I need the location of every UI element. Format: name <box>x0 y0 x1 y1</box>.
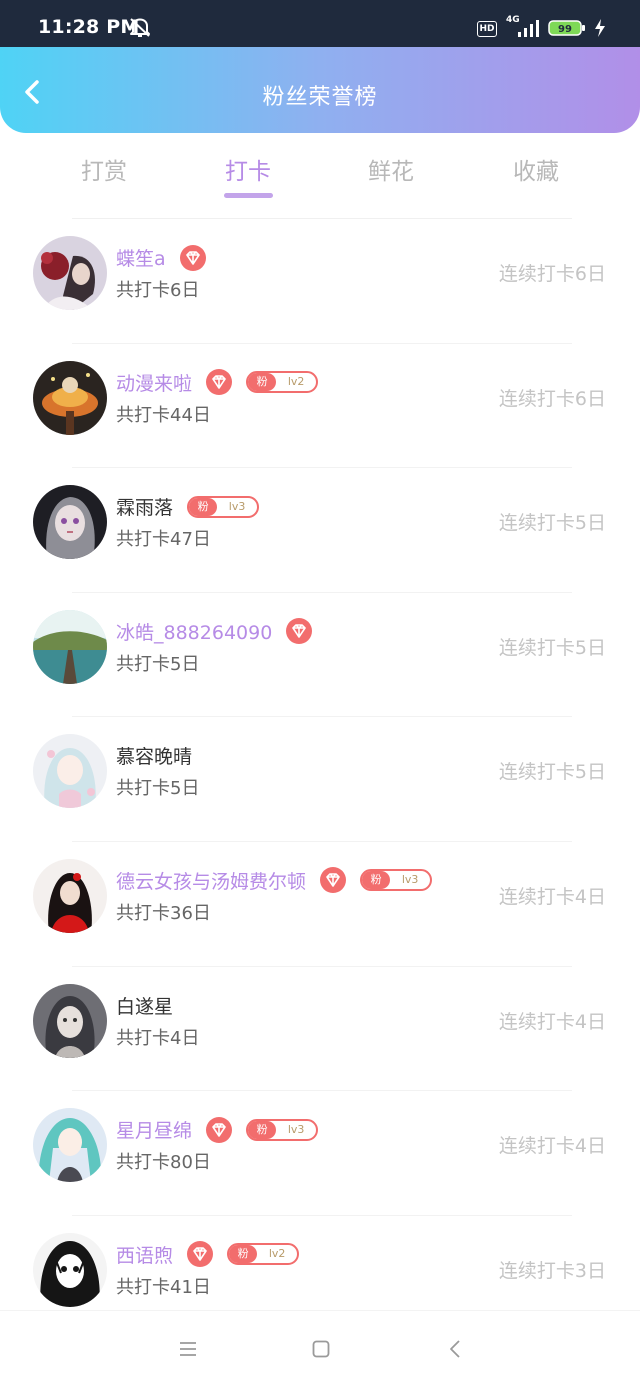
fan-name: 星月昼绵 <box>116 1120 193 1143</box>
total-checkins: 共打卡47日 <box>116 529 211 551</box>
fan-level-badge: 粉 lv3 <box>360 869 433 892</box>
streak-days: 连续打卡5日 <box>498 761 606 784</box>
system-nav-bar <box>0 1310 640 1388</box>
fan-name-row: 动漫来啦 粉 lv2 <box>116 369 319 397</box>
streak-days: 连续打卡4日 <box>498 1010 606 1033</box>
page-title: 粉丝荣誉榜 <box>262 85 378 110</box>
battery-level: 99 <box>558 24 572 35</box>
fan-level-badge: 粉 lv3 <box>187 495 260 518</box>
fan-name: 冰皓_888264090 <box>116 621 273 644</box>
tab-favorites[interactable]: 收藏 <box>486 152 586 186</box>
list-item[interactable]: 蝶笙a 共打卡6日 连续打卡6日 <box>0 219 640 344</box>
total-checkins: 共打卡5日 <box>116 653 200 675</box>
streak-days: 连续打卡5日 <box>498 512 606 535</box>
list-item[interactable]: 动漫来啦 粉 lv2 共打卡44日 连续打卡6日 <box>0 344 640 469</box>
total-checkins: 共打卡4日 <box>116 1027 200 1049</box>
home-square-icon[interactable] <box>311 1339 331 1359</box>
fan-badge-tag: 粉 <box>248 1120 277 1139</box>
streak-days: 连续打卡4日 <box>498 885 606 908</box>
avatar[interactable] <box>33 609 107 684</box>
fan-badge-level: lv3 <box>228 499 246 513</box>
diamond-vip-icon <box>206 369 233 396</box>
fan-badge-tag: 粉 <box>362 871 391 890</box>
fan-badge-tag: 粉 <box>229 1245 258 1264</box>
fan-badge-level: lv2 <box>268 1247 286 1261</box>
fan-name-row: 霖雨落 粉 lv3 <box>116 495 260 521</box>
fan-name-row: 白遂星 <box>116 994 173 1020</box>
total-checkins: 共打卡44日 <box>116 404 211 426</box>
battery-icon: 99 <box>548 20 585 36</box>
tab-bar: 打赏 打卡 鲜花 收藏 <box>0 140 640 210</box>
avatar[interactable] <box>33 360 107 435</box>
list-item[interactable]: 慕容晚晴 共打卡5日 连续打卡5日 <box>0 717 640 842</box>
fan-name: 慕容晚晴 <box>116 746 193 769</box>
total-checkins: 共打卡6日 <box>116 280 200 301</box>
fan-name: 霖雨落 <box>116 497 174 520</box>
list-item[interactable]: 霖雨落 粉 lv3 共打卡47日 连续打卡5日 <box>0 468 640 593</box>
diamond-vip-icon <box>187 1241 214 1268</box>
streak-days: 连续打卡6日 <box>498 263 606 285</box>
avatar[interactable] <box>33 858 107 933</box>
avatar[interactable] <box>33 236 107 310</box>
header-bar: 粉丝荣誉榜 <box>0 47 640 133</box>
diamond-vip-icon <box>179 244 206 271</box>
menu-icon[interactable] <box>178 1339 198 1359</box>
fan-badge-level: lv2 <box>287 375 305 389</box>
fan-badge-tag: 粉 <box>189 497 218 516</box>
diamond-vip-icon <box>206 1116 233 1143</box>
status-time: 11:28 PM <box>38 16 140 38</box>
fan-name: 白遂星 <box>116 995 174 1018</box>
list-item[interactable]: 白遂星 共打卡4日 连续打卡4日 <box>0 967 640 1092</box>
total-checkins: 共打卡80日 <box>116 1152 211 1174</box>
status-bar: 11:28 PM HD 4G 99 <box>0 0 640 48</box>
total-checkins: 共打卡5日 <box>116 778 200 800</box>
fan-name: 动漫来啦 <box>116 372 193 395</box>
charging-icon <box>595 19 605 37</box>
streak-days: 连续打卡3日 <box>498 1259 606 1282</box>
tab-flowers[interactable]: 鲜花 <box>341 152 441 186</box>
hd-icon: HD <box>477 21 497 37</box>
fan-level-badge: 粉 lv3 <box>246 1118 319 1141</box>
bell-off-icon <box>130 18 150 37</box>
active-tab-indicator <box>224 193 273 198</box>
fan-name-row: 德云女孩与汤姆费尔顿 粉 lv3 <box>116 867 433 895</box>
total-checkins: 共打卡36日 <box>116 902 211 924</box>
fan-name-row: 西语煦 粉 lv2 <box>116 1241 300 1269</box>
fan-name-row: 星月昼绵 粉 lv3 <box>116 1116 319 1144</box>
fan-name: 西语煦 <box>116 1244 174 1267</box>
fan-name: 德云女孩与汤姆费尔顿 <box>116 870 307 893</box>
fan-badge-level: lv3 <box>287 1122 305 1136</box>
signal-icon <box>518 20 539 37</box>
list-item[interactable]: 德云女孩与汤姆费尔顿 粉 lv3 共打卡36日 连续打卡4日 <box>0 842 640 967</box>
avatar[interactable] <box>33 485 107 560</box>
avatar[interactable] <box>33 1108 107 1183</box>
fan-list: 蝶笙a 共打卡6日 连续打卡6日 动漫来啦 粉 lv2 共打卡44日 连续打卡6… <box>0 219 640 1340</box>
fan-name-row: 慕容晚晴 <box>116 744 192 770</box>
tab-checkin[interactable]: 打卡 <box>198 152 298 186</box>
fan-badge-tag: 粉 <box>248 373 277 392</box>
diamond-vip-icon <box>320 867 347 894</box>
fan-name: 蝶笙a <box>116 248 166 270</box>
fan-name-row: 蝶笙a <box>116 244 206 272</box>
fan-badge-level: lv3 <box>401 873 419 887</box>
diamond-vip-icon <box>286 618 313 645</box>
fan-level-badge: 粉 lv2 <box>246 371 319 394</box>
avatar[interactable] <box>33 983 107 1058</box>
streak-days: 连续打卡6日 <box>498 387 606 410</box>
fan-name-row: 冰皓_888264090 <box>116 618 313 646</box>
avatar[interactable] <box>33 1232 107 1307</box>
back-triangle-icon[interactable] <box>446 1339 466 1359</box>
list-item[interactable]: 星月昼绵 粉 lv3 共打卡80日 连续打卡4日 <box>0 1091 640 1216</box>
avatar[interactable] <box>33 734 107 809</box>
fan-level-badge: 粉 lv2 <box>227 1243 300 1266</box>
list-item[interactable]: 冰皓_888264090 共打卡5日 连续打卡5日 <box>0 593 640 718</box>
total-checkins: 共打卡41日 <box>116 1276 211 1298</box>
streak-days: 连续打卡5日 <box>498 636 606 659</box>
tab-reward[interactable]: 打赏 <box>54 152 154 186</box>
streak-days: 连续打卡4日 <box>498 1135 606 1158</box>
